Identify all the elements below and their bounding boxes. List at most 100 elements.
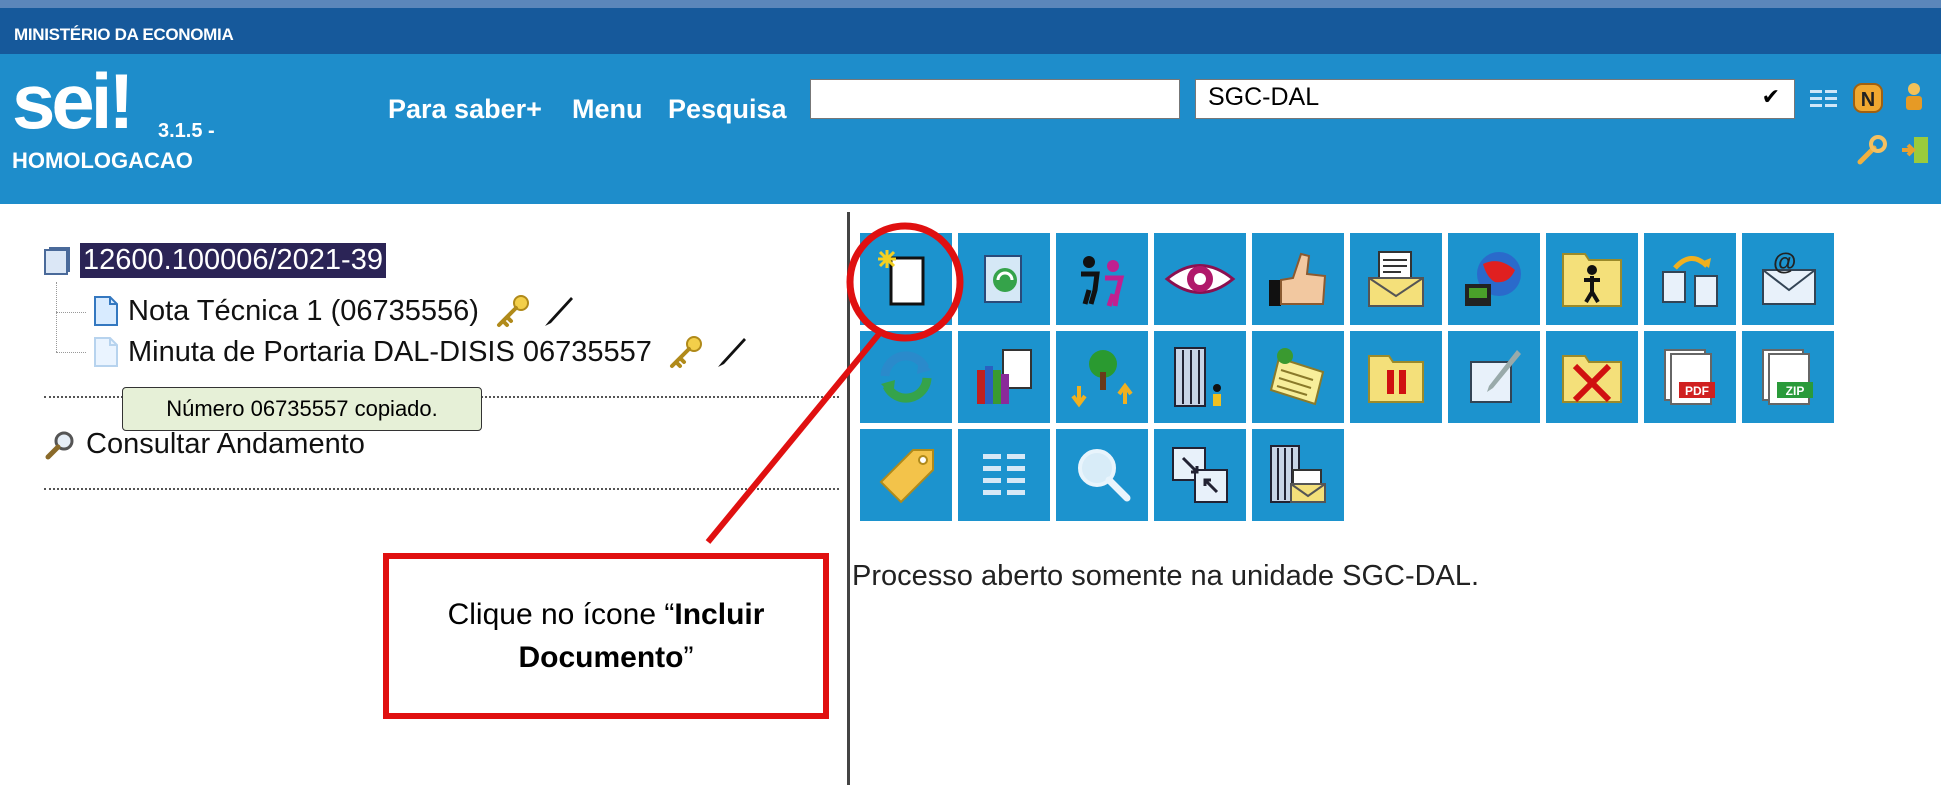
svg-text:@: @ (1773, 249, 1796, 276)
pause-folder-icon (1368, 355, 1424, 403)
ministry-title: MINISTÉRIO DA ECONOMIA (14, 25, 234, 44)
cancel-folder-icon (1562, 355, 1622, 403)
nav-pesquisa[interactable]: Pesquisa (668, 94, 787, 125)
zoom-box-button[interactable] (1154, 429, 1246, 521)
tree-arrows-button[interactable] (1056, 331, 1148, 423)
callout-bold-2: Documento (518, 641, 684, 674)
sign-icon (1470, 350, 1521, 403)
instruction-callout: Clique no ícone “Incluir Documento” (383, 553, 829, 719)
email-button[interactable]: @ (1742, 233, 1834, 325)
tag-icon (879, 449, 934, 504)
building-person-icon (1174, 347, 1221, 407)
edit-process-button[interactable] (958, 233, 1050, 325)
include-document-icon (878, 250, 925, 306)
folder-person-icon (1562, 253, 1622, 307)
participants-icon (1081, 256, 1125, 307)
view-button[interactable] (1154, 233, 1246, 325)
refresh-icon (880, 351, 932, 403)
globe-icon (1465, 252, 1521, 306)
logo-text: sei (12, 57, 112, 145)
list-icon (983, 454, 1025, 495)
process-folder-icon (44, 246, 70, 275)
environment-label: HOMOLOGACAO (12, 148, 193, 173)
tree-connector (56, 312, 86, 313)
tree-arrows-icon (1071, 350, 1133, 408)
sign-button[interactable] (1448, 331, 1540, 423)
logo-mark: ! (108, 57, 134, 145)
pen-icon[interactable] (714, 334, 748, 370)
relocate-icon (1662, 256, 1718, 307)
copied-tooltip: Número 06735557 copiado. (122, 387, 482, 431)
unit-select-value: SGC-DAL (1208, 83, 1320, 111)
nav-para-saber[interactable]: Para saber+ (388, 94, 542, 125)
notes-icon (1269, 348, 1325, 406)
building-person-button[interactable] (1154, 331, 1246, 423)
search-button[interactable] (1056, 429, 1148, 521)
envelope-icon (1368, 251, 1424, 307)
version-label: 3.1.5 - (158, 120, 215, 142)
n-badge-icon[interactable]: N (1852, 82, 1884, 114)
nav-menu[interactable]: Menu (572, 94, 643, 125)
key-icon[interactable] (493, 293, 533, 329)
status-message: Processo aberto somente na unidade SGC-D… (852, 560, 1480, 592)
svg-text:N: N (1861, 89, 1875, 111)
folder-person-button[interactable] (1546, 233, 1638, 325)
approve-button[interactable] (1252, 233, 1344, 325)
user-icon[interactable] (1898, 80, 1930, 112)
approve-icon (1269, 252, 1327, 306)
pdf-button[interactable]: PDF (1644, 331, 1736, 423)
callout-end: ” (683, 641, 694, 674)
document-faded-icon (94, 337, 118, 367)
participants-button[interactable] (1056, 233, 1148, 325)
svg-text:ZIP: ZIP (1786, 384, 1805, 398)
separator (44, 488, 839, 490)
zip-button[interactable]: ZIP (1742, 331, 1834, 423)
ministry-bar: MINISTÉRIO DA ECONOMIA (0, 8, 1941, 54)
chevron-down-icon: ✔ (1761, 84, 1780, 109)
zip-icon: ZIP (1762, 349, 1813, 405)
search-input[interactable] (810, 79, 1180, 119)
books-button[interactable] (958, 331, 1050, 423)
pause-folder-button[interactable] (1350, 331, 1442, 423)
app-header: sei! 3.1.5 - HOMOLOGACAO Para saber+ Men… (0, 54, 1941, 204)
cancel-folder-button[interactable] (1546, 331, 1638, 423)
exit-icon[interactable] (1900, 134, 1932, 166)
document-item[interactable]: Minuta de Portaria DAL-DISIS 06735557 (92, 334, 748, 370)
pen-icon[interactable] (541, 293, 575, 329)
consult-label[interactable]: Consultar Andamento (86, 428, 365, 461)
magnifier-icon (45, 431, 74, 459)
list-icon[interactable] (1808, 84, 1840, 116)
email-icon: @ (1762, 249, 1816, 305)
process-node[interactable]: 12600.100006/2021-39 (40, 243, 386, 278)
callout-text: Clique no ícone “ (447, 597, 675, 631)
panel-divider (847, 212, 850, 785)
list-view-button[interactable] (958, 429, 1050, 521)
callout-bold-1: Incluir (674, 597, 765, 631)
document-item[interactable]: Nota Técnica 1 (06735556) (92, 293, 575, 329)
tree-connector (56, 282, 57, 352)
key-icon[interactable] (666, 334, 706, 370)
notes-button[interactable] (1252, 331, 1344, 423)
search-icon (1078, 449, 1131, 502)
include-document-button[interactable] (860, 233, 952, 325)
relocate-button[interactable] (1644, 233, 1736, 325)
document-label[interactable]: Nota Técnica 1 (06735556) (128, 295, 479, 328)
consult-andamento[interactable]: Consultar Andamento (44, 428, 365, 461)
building-mail-button[interactable] (1252, 429, 1344, 521)
send-email-button[interactable] (1350, 233, 1442, 325)
view-icon (1164, 264, 1236, 294)
svg-text:PDF: PDF (1685, 384, 1709, 398)
building-mail-icon (1270, 445, 1326, 503)
sei-logo[interactable]: sei! (12, 57, 134, 145)
tag-button[interactable] (860, 429, 952, 521)
send-process-button[interactable] (1448, 233, 1540, 325)
document-label[interactable]: Minuta de Portaria DAL-DISIS 06735557 (128, 336, 652, 369)
refresh-button[interactable] (860, 331, 952, 423)
pdf-icon: PDF (1664, 349, 1715, 405)
edit-process-icon (984, 255, 1022, 303)
tree-connector (56, 352, 86, 353)
unit-select[interactable]: SGC-DAL ✔ (1195, 79, 1795, 119)
books-icon (977, 349, 1032, 404)
wrench-icon[interactable] (1856, 134, 1888, 166)
process-number[interactable]: 12600.100006/2021-39 (80, 243, 386, 278)
